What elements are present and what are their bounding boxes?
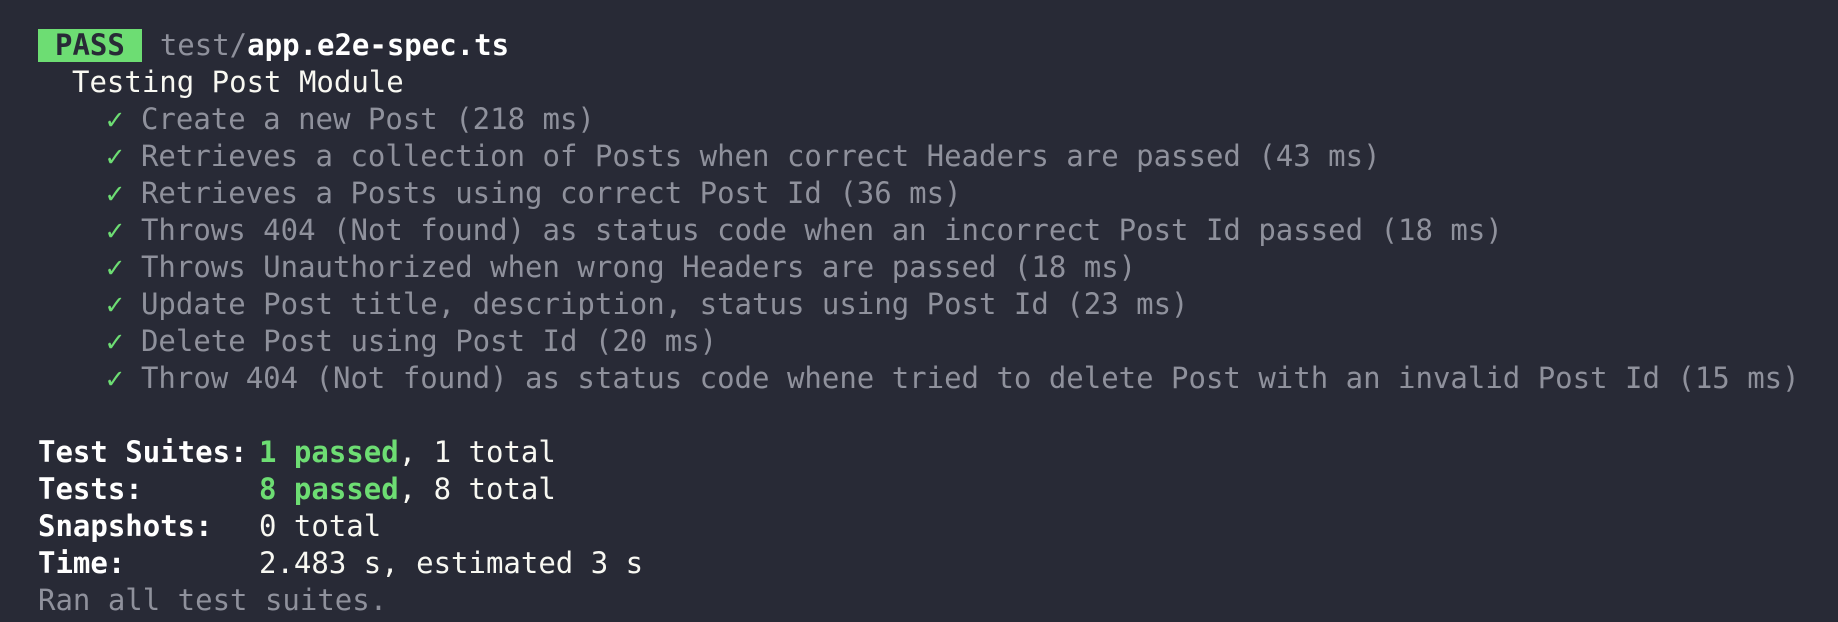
test-result-row: ✓ Throws 404 (Not found) as status code …	[38, 212, 1818, 249]
test-result-text: Retrieves a collection of Posts when cor…	[140, 139, 1381, 173]
summary-time: Time: 2.483 s, estimated 3 s	[38, 545, 1818, 582]
summary-snapshots-value: 0 total	[259, 509, 382, 543]
summary-time-value: 2.483 s, estimated 3 s	[259, 546, 644, 580]
test-result-text: Update Post title, description, status u…	[140, 287, 1189, 321]
check-icon: ✓	[106, 213, 124, 247]
summary-snapshots-label: Snapshots:	[38, 509, 213, 543]
test-result-row: ✓ Create a new Post (218 ms)	[38, 101, 1818, 138]
summary-footer-text: Ran all test suites.	[38, 583, 388, 617]
test-result-row: ✓ Update Post title, description, status…	[38, 286, 1818, 323]
test-file-name: app.e2e-spec.ts	[247, 28, 510, 62]
summary-tests-total: , 8 total	[398, 472, 556, 506]
summary-suites: Test Suites: 1 passed, 1 total	[38, 434, 1818, 471]
test-result-row: ✓ Throws Unauthorized when wrong Headers…	[38, 249, 1818, 286]
summary-snapshots: Snapshots: 0 total	[38, 508, 1818, 545]
summary-suites-total: , 1 total	[398, 435, 556, 469]
test-result-text: Retrieves a Posts using correct Post Id …	[140, 176, 962, 210]
summary-tests-passed: 8 passed	[259, 472, 399, 506]
test-result-text: Delete Post using Post Id (20 ms)	[140, 324, 718, 358]
summary-tests: Tests: 8 passed, 8 total	[38, 471, 1818, 508]
pass-status-badge: PASS	[38, 29, 142, 62]
check-icon: ✓	[106, 139, 124, 173]
test-file-header: PASS test/app.e2e-spec.ts	[38, 27, 1818, 64]
test-result-row: ✓ Delete Post using Post Id (20 ms)	[38, 323, 1818, 360]
suite-title: Testing Post Module	[38, 64, 1818, 101]
test-result-row: ✓ Retrieves a collection of Posts when c…	[38, 138, 1818, 175]
check-icon: ✓	[106, 102, 124, 136]
check-icon: ✓	[106, 176, 124, 210]
summary-suites-label: Test Suites:	[38, 435, 248, 469]
summary-suites-passed: 1 passed	[259, 435, 399, 469]
test-result-row: ✓ Retrieves a Posts using correct Post I…	[38, 175, 1818, 212]
summary-footer: Ran all test suites.	[38, 582, 1818, 619]
test-result-text: Throws Unauthorized when wrong Headers a…	[140, 250, 1137, 284]
terminal-output: PASS test/app.e2e-spec.ts Testing Post Mo…	[38, 27, 1818, 619]
test-result-text: Throws 404 (Not found) as status code wh…	[140, 213, 1503, 247]
check-icon: ✓	[106, 287, 124, 321]
suite-name: Testing Post Module	[72, 65, 404, 99]
test-result-text: Throw 404 (Not found) as status code whe…	[140, 361, 1800, 395]
check-icon: ✓	[106, 250, 124, 284]
summary-tests-label: Tests:	[38, 472, 143, 506]
test-result-text: Create a new Post (218 ms)	[140, 102, 595, 136]
test-result-row: ✓ Throw 404 (Not found) as status code w…	[38, 360, 1818, 397]
summary-time-label: Time:	[38, 546, 126, 580]
test-file-dir: test/	[159, 28, 248, 62]
check-icon: ✓	[106, 361, 124, 395]
check-icon: ✓	[106, 324, 124, 358]
